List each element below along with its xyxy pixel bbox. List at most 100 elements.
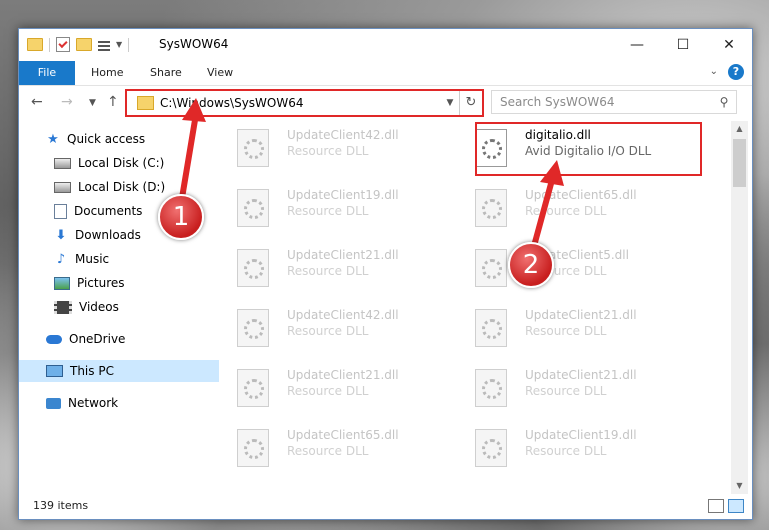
dll-file-icon xyxy=(475,189,507,227)
file-name: UpdateClient42.dll xyxy=(287,128,399,142)
file-item[interactable]: UpdateClient65.dll Resource DLL xyxy=(219,421,444,471)
step-1-badge: 1 xyxy=(158,194,204,240)
file-type: Resource DLL xyxy=(287,384,369,398)
expand-ribbon-icon[interactable]: ⌄ xyxy=(710,66,718,77)
search-box[interactable]: ⚲ xyxy=(491,90,737,114)
sidebar-item-local-disk-d[interactable]: Local Disk (D:) 📌 xyxy=(19,176,249,198)
sidebar-item-this-pc[interactable]: This PC xyxy=(19,360,241,382)
star-icon: ★ xyxy=(47,131,59,147)
item-count: 139 items xyxy=(33,499,89,512)
customize-icon[interactable] xyxy=(98,38,110,51)
sidebar-item-label: OneDrive xyxy=(69,332,126,346)
sidebar-item-label: Documents xyxy=(74,204,143,218)
quick-access-toolbar: ▼ xyxy=(27,37,130,52)
sidebar-item-label: Pictures xyxy=(77,276,125,290)
step-2-badge: 2 xyxy=(508,242,554,288)
file-item[interactable]: UpdateClient21.dll Resource DLL xyxy=(457,301,682,351)
file-name: UpdateClient19.dll xyxy=(287,188,399,202)
navigation-pane: ★ Quick access Local Disk (C:) 📌 Local D… xyxy=(19,124,243,479)
highlight-box xyxy=(475,122,702,176)
recent-locations-icon[interactable]: ▼ xyxy=(89,98,96,108)
sidebar-item-onedrive[interactable]: OneDrive xyxy=(19,328,241,350)
disk-icon xyxy=(54,181,71,193)
file-name: UpdateClient21.dll xyxy=(525,368,637,382)
chevron-down-icon[interactable]: ▼ xyxy=(116,40,122,49)
file-name: UpdateClient42.dll xyxy=(287,308,399,322)
window-controls: — ☐ ✕ xyxy=(614,29,752,61)
downloads-icon: ⬇ xyxy=(55,227,67,243)
minimize-button[interactable]: — xyxy=(614,29,660,61)
tab-view[interactable]: View xyxy=(207,61,233,85)
file-type: Resource DLL xyxy=(525,324,607,338)
new-folder-icon[interactable] xyxy=(76,38,92,51)
tab-share[interactable]: Share xyxy=(150,61,182,85)
window-title: SysWOW64 xyxy=(159,37,229,51)
dll-file-icon xyxy=(475,369,507,407)
file-name: UpdateClient21.dll xyxy=(287,368,399,382)
address-dropdown-icon[interactable]: ▼ xyxy=(441,98,459,108)
dll-file-icon xyxy=(237,129,269,167)
dll-file-icon xyxy=(475,429,507,467)
file-item[interactable]: UpdateClient19.dll Resource DLL xyxy=(457,421,682,471)
file-type: Resource DLL xyxy=(525,384,607,398)
scroll-thumb[interactable] xyxy=(733,139,746,187)
address-path[interactable]: C:\Windows\SysWOW64 xyxy=(160,96,441,110)
tab-home[interactable]: Home xyxy=(91,61,123,85)
sidebar-item-downloads[interactable]: ⬇ Downloads 📌 xyxy=(19,224,249,246)
file-item[interactable]: UpdateClient21.dll Resource DLL xyxy=(457,361,682,411)
sidebar-item-videos[interactable]: Videos 📌 xyxy=(19,296,249,318)
network-icon xyxy=(46,397,61,409)
sidebar-item-label: Music xyxy=(75,252,110,266)
file-name: UpdateClient65.dll xyxy=(287,428,399,442)
details-view-icon[interactable] xyxy=(708,499,724,513)
sidebar-item-quick-access[interactable]: ★ Quick access xyxy=(19,128,241,150)
file-type: Resource DLL xyxy=(525,204,607,218)
sidebar-item-network[interactable]: Network xyxy=(19,392,241,414)
disk-icon xyxy=(54,157,71,169)
sidebar-item-label: Local Disk (D:) xyxy=(78,180,166,194)
file-name: UpdateClient21.dll xyxy=(287,248,399,262)
file-item[interactable]: UpdateClient5.dll Resource DLL xyxy=(457,241,682,291)
file-item[interactable]: UpdateClient42.dll Resource DLL xyxy=(219,301,444,351)
file-type: Resource DLL xyxy=(287,264,369,278)
file-item[interactable]: UpdateClient65.dll Resource DLL xyxy=(457,181,682,231)
address-bar[interactable]: C:\Windows\SysWOW64 ▼ ↻ xyxy=(125,89,484,117)
file-item[interactable]: UpdateClient21.dll Resource DLL xyxy=(219,241,444,291)
sidebar-item-music[interactable]: ♪ Music 📌 xyxy=(19,248,249,270)
toolbar-divider xyxy=(49,37,50,52)
dll-file-icon xyxy=(237,189,269,227)
help-icon[interactable]: ? xyxy=(728,64,744,80)
status-bar: 139 items xyxy=(19,495,752,519)
explorer-window: ▼ SysWOW64 — ☐ ✕ File Home Share View ⌄ … xyxy=(18,28,753,520)
sidebar-item-label: Quick access xyxy=(67,132,146,146)
file-name: UpdateClient65.dll xyxy=(525,188,637,202)
scroll-down-icon[interactable]: ▼ xyxy=(731,478,748,494)
vertical-scrollbar[interactable]: ▲ ▼ xyxy=(731,121,748,494)
maximize-button[interactable]: ☐ xyxy=(660,29,706,61)
search-icon[interactable]: ⚲ xyxy=(712,95,736,109)
sidebar-item-local-disk-c[interactable]: Local Disk (C:) 📌 xyxy=(19,152,249,174)
pictures-icon xyxy=(54,276,70,290)
file-type: Resource DLL xyxy=(287,444,369,458)
view-switcher xyxy=(708,499,744,513)
sidebar-item-documents[interactable]: Documents 📌 xyxy=(19,200,249,222)
forward-arrow-icon[interactable]: → xyxy=(61,94,73,110)
sidebar-item-pictures[interactable]: Pictures 📌 xyxy=(19,272,249,294)
documents-icon xyxy=(54,203,67,219)
file-item[interactable]: UpdateClient42.dll Resource DLL xyxy=(219,121,444,171)
file-item[interactable]: UpdateClient21.dll Resource DLL xyxy=(219,361,444,411)
close-button[interactable]: ✕ xyxy=(706,29,752,61)
back-arrow-icon[interactable]: ← xyxy=(31,94,43,110)
tiles-view-icon[interactable] xyxy=(728,499,744,513)
file-name: UpdateClient19.dll xyxy=(525,428,637,442)
properties-icon[interactable] xyxy=(56,37,70,52)
onedrive-icon xyxy=(46,334,62,344)
scroll-up-icon[interactable]: ▲ xyxy=(731,121,748,137)
dll-file-icon xyxy=(237,369,269,407)
tab-file[interactable]: File xyxy=(19,61,75,85)
up-arrow-icon[interactable]: ↑ xyxy=(107,94,119,110)
navigation-bar: ← → ▼ ↑ C:\Windows\SysWOW64 ▼ ↻ ⚲ xyxy=(19,86,752,118)
file-item[interactable]: UpdateClient19.dll Resource DLL xyxy=(219,181,444,231)
refresh-icon[interactable]: ↻ xyxy=(459,91,482,115)
search-input[interactable] xyxy=(492,92,712,112)
